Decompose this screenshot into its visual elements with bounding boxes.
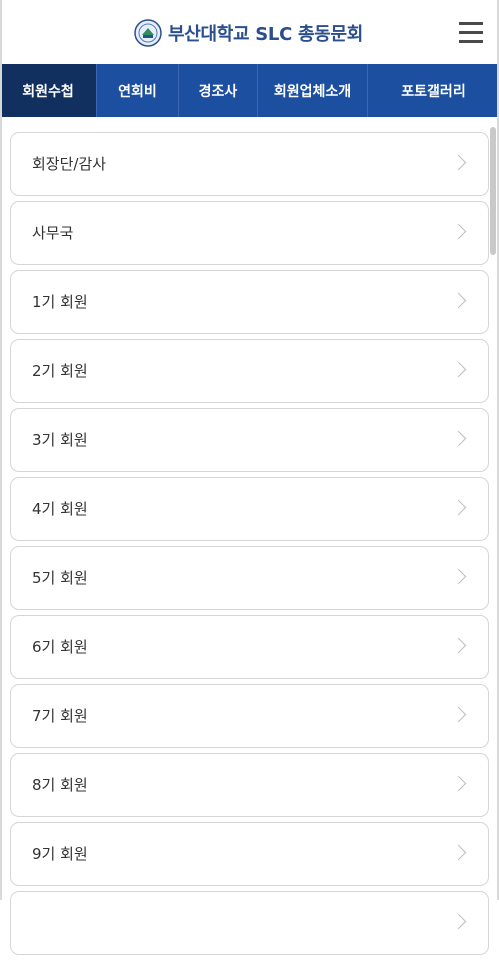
site-logo[interactable]: 부산대학교 SLC 총동문회 <box>134 17 363 49</box>
list-item[interactable]: 1기 회원 <box>10 270 489 334</box>
chevron-right-icon <box>450 154 467 171</box>
list-item-label: 회장단/감사 <box>32 155 107 173</box>
list-item-label: 1기 회원 <box>32 293 88 311</box>
list-item[interactable]: 9기 회원 <box>10 822 489 886</box>
scrollbar-thumb[interactable] <box>490 127 496 255</box>
chevron-right-icon <box>450 844 467 861</box>
member-category-list: 회장단/감사 사무국 1기 회원 2기 회원 3기 회원 4기 회원 5기 회원… <box>10 132 489 960</box>
chevron-right-icon <box>450 292 467 309</box>
chevron-right-icon <box>450 223 467 240</box>
list-item-label: 6기 회원 <box>32 638 88 656</box>
tab-annual-fee[interactable]: 연회비 <box>97 64 179 117</box>
list-item[interactable]: 3기 회원 <box>10 408 489 472</box>
chevron-right-icon <box>450 913 467 930</box>
list-item-label: 5기 회원 <box>32 569 88 587</box>
chevron-right-icon <box>450 568 467 585</box>
list-item-label: 8기 회원 <box>32 776 88 794</box>
list-item-label: 4기 회원 <box>32 500 88 518</box>
hamburger-menu-icon[interactable] <box>457 20 485 46</box>
chevron-right-icon <box>450 499 467 516</box>
chevron-right-icon <box>450 775 467 792</box>
list-item-label: 9기 회원 <box>32 845 88 863</box>
list-item-label: 3기 회원 <box>32 431 88 449</box>
chevron-right-icon <box>450 361 467 378</box>
chevron-right-icon <box>450 430 467 447</box>
tab-member-business[interactable]: 회원업체소개 <box>258 64 368 117</box>
site-title: 부산대학교 SLC 총동문회 <box>168 24 364 45</box>
app-header: 부산대학교 SLC 총동문회 <box>0 0 499 64</box>
list-item-label: 2기 회원 <box>32 362 88 380</box>
list-item[interactable]: 사무국 <box>10 201 489 265</box>
list-item[interactable]: 회장단/감사 <box>10 132 489 196</box>
chevron-right-icon <box>450 637 467 654</box>
list-item-label: 사무국 <box>32 224 74 242</box>
list-item-label: 7기 회원 <box>32 707 88 725</box>
university-emblem-icon <box>134 19 162 47</box>
list-item[interactable]: 5기 회원 <box>10 546 489 610</box>
list-item[interactable]: 4기 회원 <box>10 477 489 541</box>
list-item[interactable]: 8기 회원 <box>10 753 489 817</box>
list-item[interactable]: 7기 회원 <box>10 684 489 748</box>
list-item[interactable]: 2기 회원 <box>10 339 489 403</box>
main-nav: 회원수첩 연회비 경조사 회원업체소개 포토갤러리 <box>0 64 499 117</box>
list-item[interactable] <box>10 891 489 955</box>
list-item[interactable]: 6기 회원 <box>10 615 489 679</box>
tab-member-directory[interactable]: 회원수첩 <box>0 64 97 117</box>
tab-photo-gallery[interactable]: 포토갤러리 <box>368 64 499 117</box>
tab-family-events[interactable]: 경조사 <box>179 64 258 117</box>
chevron-right-icon <box>450 706 467 723</box>
